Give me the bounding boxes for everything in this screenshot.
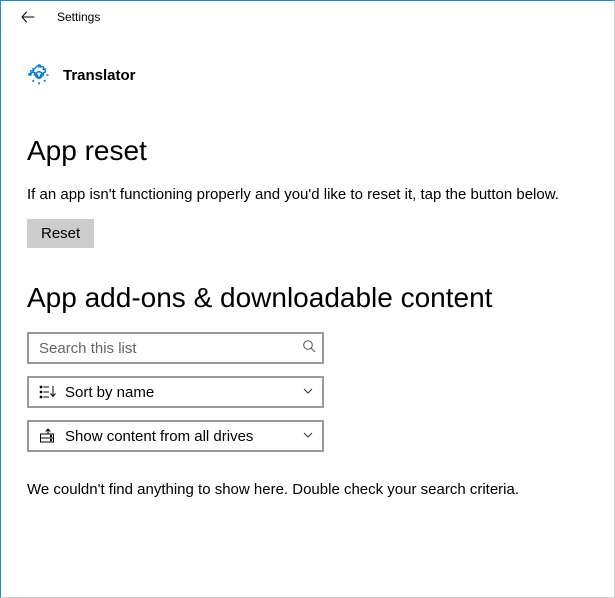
app-reset-description: If an app isn't functioning properly and… [27, 185, 567, 205]
filter-dropdown[interactable]: Show content from all drives [27, 420, 324, 452]
reset-button[interactable]: Reset [27, 219, 94, 248]
arrow-left-icon [20, 9, 36, 25]
content: Translator App reset If an app isn't fun… [1, 33, 614, 501]
sort-icon [37, 384, 59, 400]
addons-heading: App add-ons & downloadable content [27, 282, 588, 314]
chevron-down-icon [302, 428, 314, 445]
filter-label: Show content from all drives [65, 428, 302, 445]
empty-message: We couldn't find anything to show here. … [27, 480, 567, 500]
app-name: Translator [63, 67, 136, 84]
drive-icon [37, 428, 59, 444]
search-box [27, 332, 324, 364]
sort-label: Sort by name [65, 384, 302, 401]
back-button[interactable] [9, 1, 47, 33]
sort-dropdown[interactable]: Sort by name [27, 376, 324, 408]
chevron-down-icon [302, 384, 314, 401]
search-input[interactable] [27, 332, 324, 364]
app-reset-heading: App reset [27, 135, 588, 167]
gear-icon [27, 63, 51, 87]
window-title: Settings [47, 1, 100, 33]
titlebar: Settings [1, 1, 614, 33]
app-header: Translator [27, 63, 588, 87]
